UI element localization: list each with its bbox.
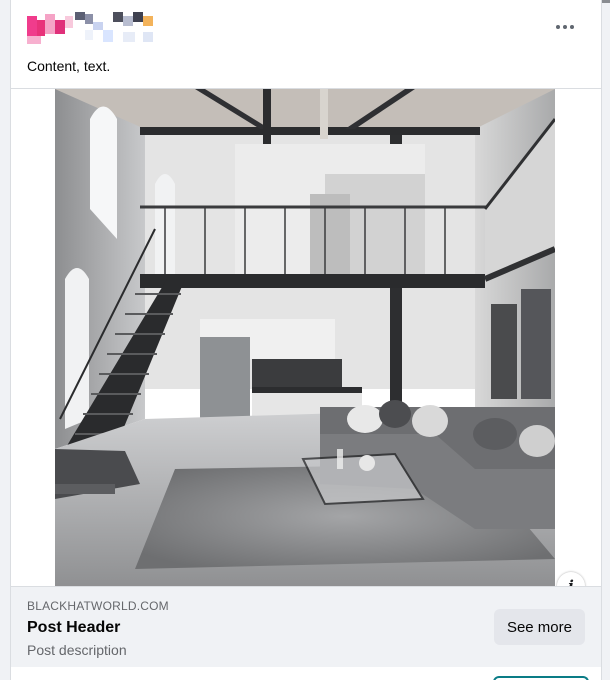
more-options-icon-dot — [570, 25, 574, 29]
more-options-icon-dot — [563, 25, 567, 29]
more-options-button[interactable] — [547, 14, 583, 40]
author-name-pixelated[interactable] — [27, 10, 157, 48]
link-description: Post description — [27, 642, 127, 658]
link-preview-footer[interactable]: BLACKHATWORLD.COM Post Header Post descr… — [11, 586, 601, 668]
more-options-icon — [556, 25, 560, 29]
post-body-text: Content, text. — [27, 58, 111, 74]
post-header — [11, 0, 601, 56]
ad-post-card: Content, text. BLACKHATWORLD.COM Post He… — [10, 0, 602, 680]
link-domain: BLACKHATWORLD.COM — [27, 599, 169, 613]
see-more-button[interactable]: See more — [493, 609, 585, 645]
loft-interior-image[interactable] — [55, 89, 555, 587]
next-cta-edge[interactable] — [493, 676, 589, 680]
ad-image-container[interactable] — [11, 88, 601, 587]
link-headline[interactable]: Post Header — [27, 619, 120, 637]
